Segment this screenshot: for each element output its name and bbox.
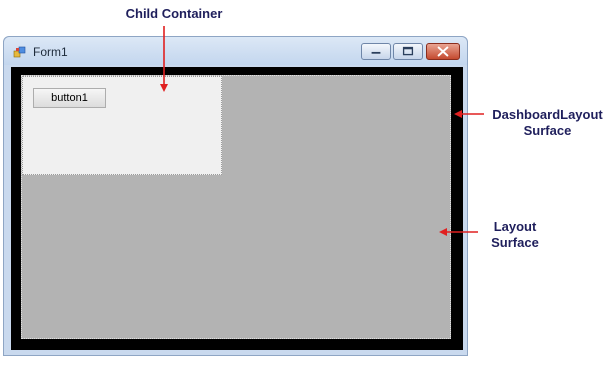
layout-surface-label-line2: Surface	[491, 235, 539, 250]
form-window: Form1 button1	[3, 36, 468, 356]
minimize-button[interactable]	[361, 43, 391, 60]
layout-surface-label-line1: Layout	[493, 219, 537, 234]
dashboard-layout-surface-label-line1: DashboardLayout	[492, 107, 603, 122]
dashboard-layout-surface: button1	[11, 67, 463, 350]
dashboard-layout-surface-label-line2: Surface	[523, 123, 572, 138]
layout-surface[interactable]: button1	[21, 75, 451, 339]
maximize-button[interactable]	[393, 43, 423, 60]
child-container[interactable]: button1	[22, 76, 222, 175]
child-container-label: Child Container	[125, 6, 223, 21]
title-bar[interactable]: Form1	[4, 37, 467, 65]
dashboard-layout-surface-label: DashboardLayout Surface	[486, 107, 609, 139]
close-icon	[437, 46, 449, 57]
minimize-icon	[371, 51, 381, 54]
button1[interactable]: button1	[33, 88, 106, 108]
layout-surface-label: Layout Surface	[480, 219, 550, 251]
window-title: Form1	[33, 45, 68, 59]
app-icon	[13, 45, 27, 59]
close-button[interactable]	[426, 43, 460, 60]
maximize-icon	[402, 46, 414, 56]
